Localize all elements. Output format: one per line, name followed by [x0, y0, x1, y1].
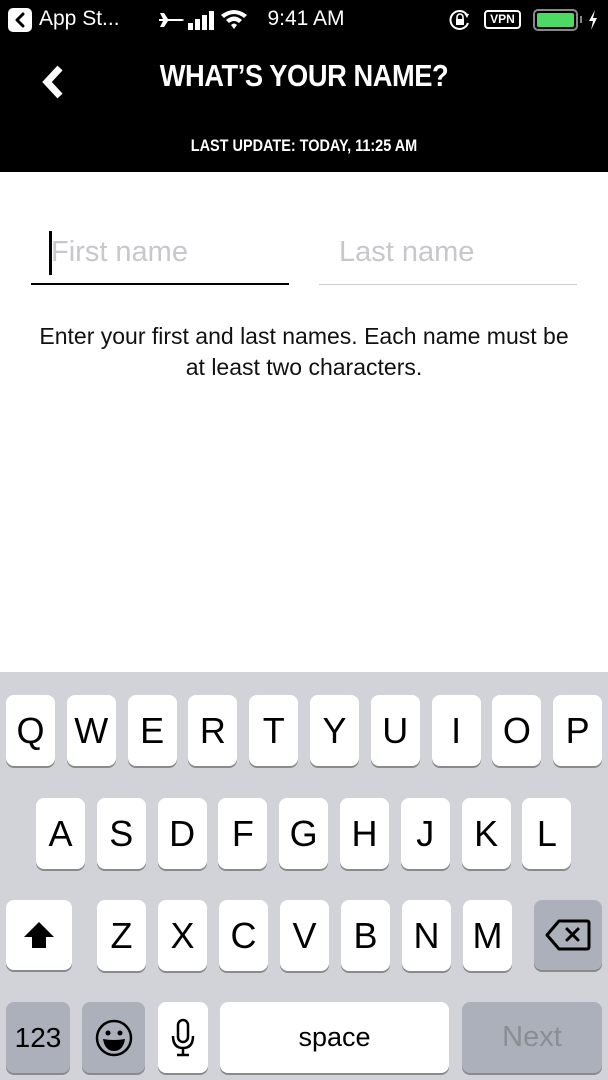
next-key[interactable]: Next — [462, 1002, 602, 1073]
vpn-icon: VPN — [484, 10, 521, 29]
key-m[interactable]: M — [463, 900, 512, 971]
key-r[interactable]: R — [188, 695, 238, 766]
key-g[interactable]: G — [279, 798, 329, 869]
emoji-key[interactable] — [82, 1002, 145, 1073]
key-f[interactable]: F — [218, 798, 268, 869]
key-q[interactable]: Q — [6, 695, 55, 766]
key-w[interactable]: W — [66, 695, 116, 766]
key-i[interactable]: I — [431, 695, 481, 766]
last-update-label: LAST UPDATE: TODAY, 11:25 AM — [190, 136, 418, 155]
dictation-key[interactable] — [158, 1002, 208, 1073]
emoji-icon — [95, 1019, 132, 1056]
key-k[interactable]: K — [461, 798, 511, 869]
page-title: WHAT’S YOUR NAME? — [159, 58, 449, 93]
key-l[interactable]: L — [522, 798, 572, 869]
shift-key[interactable] — [6, 900, 72, 970]
key-y[interactable]: Y — [310, 695, 359, 766]
last-name-input[interactable] — [319, 230, 577, 274]
key-u[interactable]: U — [370, 695, 420, 766]
key-h[interactable]: H — [340, 798, 389, 869]
key-z[interactable]: Z — [97, 900, 146, 971]
key-b[interactable]: B — [341, 900, 390, 971]
key-c[interactable]: C — [219, 900, 268, 971]
key-n[interactable]: N — [402, 900, 451, 971]
key-o[interactable]: O — [492, 695, 542, 766]
navigation-bar: WHAT’S YOUR NAME? LAST UPDATE: TODAY, 11… — [0, 40, 608, 172]
key-j[interactable]: J — [400, 798, 450, 869]
key-s[interactable]: S — [96, 798, 146, 869]
keyboard: 123 space Next QWERTYUIOP ASDFGHJKL ZXCVBN… — [0, 672, 608, 1080]
numbers-key[interactable]: 123 — [6, 1002, 70, 1073]
rotation-lock-icon — [449, 9, 471, 36]
battery-level — [537, 13, 574, 27]
key-e[interactable]: E — [127, 695, 177, 766]
battery-tip — [580, 16, 582, 23]
first-name-input[interactable] — [31, 230, 289, 274]
key-v[interactable]: V — [280, 900, 329, 971]
microphone-icon — [171, 1018, 195, 1056]
shift-arrow-icon — [24, 922, 54, 948]
charging-bolt-icon — [587, 9, 599, 36]
delete-key[interactable] — [534, 900, 602, 970]
key-p[interactable]: P — [553, 695, 603, 766]
backspace-icon — [545, 919, 591, 951]
text-caret — [49, 231, 52, 275]
key-d[interactable]: D — [157, 798, 207, 869]
key-x[interactable]: X — [158, 900, 207, 971]
key-t[interactable]: T — [249, 695, 299, 766]
status-bar: App St... 9:41 AM VPN — [0, 0, 608, 40]
name-hint-text: Enter your first and last names. Each na… — [39, 323, 569, 380]
key-a[interactable]: A — [36, 798, 85, 869]
first-name-field[interactable] — [31, 222, 289, 285]
space-key[interactable]: space — [220, 1002, 449, 1073]
battery-icon — [533, 9, 578, 31]
last-name-field[interactable] — [319, 222, 577, 285]
